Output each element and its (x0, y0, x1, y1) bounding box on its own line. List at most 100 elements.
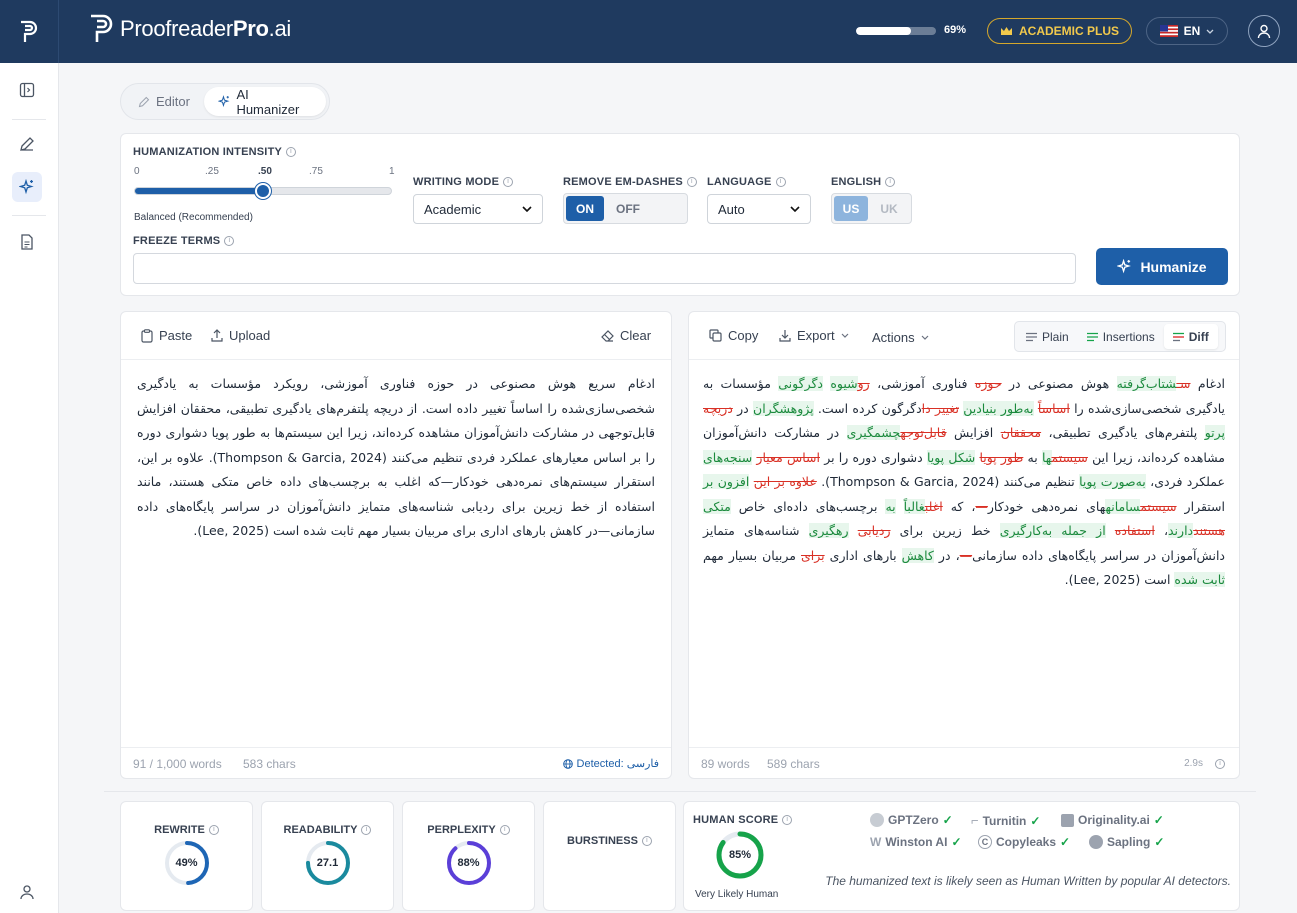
globe-icon (562, 758, 573, 769)
sidebar-item-account[interactable] (12, 877, 42, 907)
copyleaks-icon: C (978, 835, 992, 849)
diff-text-segment (1106, 523, 1115, 538)
output-word-count: 89 words (701, 757, 750, 771)
diff-text-segment: ادغام (1190, 376, 1226, 391)
info-icon[interactable]: i (775, 177, 786, 187)
perplexity-value: 88% (457, 857, 480, 869)
sidebar-item-humanizer[interactable] (12, 172, 42, 202)
input-text[interactable]: ادغام سریع هوش مصنوعی در حوزه فناوری آمو… (137, 372, 655, 544)
sparkles-icon (217, 95, 230, 108)
human-score-label: HUMAN SCORE i (693, 814, 793, 826)
info-icon[interactable]: i (503, 177, 514, 187)
info-icon[interactable]: i (224, 236, 235, 246)
sparkles-icon (19, 179, 34, 195)
intensity-caption: Balanced (Recommended) (134, 212, 253, 223)
diff-text-segment: های نمره‌دهی خودکار (987, 498, 1106, 514)
paste-button[interactable]: Paste (141, 328, 192, 343)
perplexity-gauge: 88% (446, 840, 492, 886)
detector-winston: W Winston AI ✓ (870, 835, 962, 849)
diff-text-segment: پلتفرم‌های یادگیری تطبیقی، (1041, 425, 1205, 440)
insertions-icon (1086, 332, 1098, 341)
user-icon (1257, 24, 1271, 38)
language-select[interactable]: Auto (707, 194, 811, 224)
english-us-option[interactable]: US (834, 196, 868, 221)
sidebar-item-editor[interactable] (12, 129, 42, 159)
info-icon[interactable]: i (641, 836, 652, 846)
writing-mode-label: WRITING MODE i (413, 176, 514, 188)
output-diff-text[interactable]: ادغام سـشتاب‌گرفته هوش مصنوعی در حوزه فن… (703, 372, 1225, 593)
sparkles-icon (1117, 259, 1132, 274)
slider-handle[interactable] (255, 183, 271, 199)
diff-insertion: ثابت شده (1174, 572, 1225, 587)
brand-logo[interactable]: ProofreaderPro.ai (88, 14, 291, 44)
diff-text-segment: تنظیم می‌کنند (Thompson & Garcia, 2024). (816, 474, 1080, 489)
tab-editor-label: Editor (156, 94, 190, 109)
copy-button[interactable]: Copy (709, 328, 758, 343)
user-menu-button[interactable] (1248, 15, 1280, 47)
info-icon[interactable]: i (686, 177, 697, 187)
plan-badge[interactable]: ACADEMIC PLUS (987, 18, 1133, 44)
humanize-button[interactable]: Humanize (1096, 248, 1228, 285)
diff-insertion: شکل پویا (926, 449, 976, 465)
english-variant-toggle: US UK (831, 193, 912, 224)
intensity-slider[interactable] (134, 183, 392, 199)
chevron-down-icon (1206, 29, 1214, 34)
detector-originality: Originality.ai ✓ (1061, 813, 1164, 827)
diff-deletion: اساس معیار (756, 449, 820, 465)
language-label: EN (1183, 24, 1201, 38)
diff-text-segment: دگرگون کرده است. (813, 400, 922, 416)
diff-deletion: قابل‌توجه (900, 425, 947, 440)
diff-deletion: استفاده (1114, 523, 1155, 538)
chevron-down-icon (790, 206, 800, 212)
em-dashes-on-option[interactable]: ON (566, 196, 604, 221)
info-icon[interactable]: i (499, 825, 510, 835)
sidebar-toggle-button[interactable] (12, 75, 42, 105)
winston-icon: W (870, 835, 882, 849)
paste-label: Paste (159, 328, 193, 343)
info-icon[interactable]: i (286, 147, 297, 157)
originality-icon (1061, 813, 1074, 827)
metric-perplexity: PERPLEXITY i 88% (402, 801, 535, 911)
info-icon[interactable]: i (885, 177, 896, 187)
top-bar: ProofreaderPro.ai 69% ACADEMIC PLUS EN (0, 0, 1297, 63)
export-button[interactable]: Export (779, 328, 849, 343)
info-icon[interactable]: i (1215, 759, 1225, 769)
em-dashes-off-option[interactable]: OFF (608, 196, 648, 221)
human-score-caption: Very Likely Human (695, 889, 779, 900)
diff-insertion: ها (1041, 449, 1052, 465)
info-icon[interactable]: i (361, 825, 372, 835)
info-icon[interactable]: i (208, 825, 219, 835)
writing-mode-select[interactable]: Academic (413, 194, 543, 224)
diff-deletion: — (975, 498, 988, 514)
diff-deletion: برای (800, 547, 825, 563)
tab-ai-humanizer[interactable]: AI Humanizer (203, 87, 326, 117)
detector-turnitin: ⌐ Turnitin ✓ (971, 813, 1041, 828)
check-icon: ✓ (1153, 813, 1164, 827)
freeze-terms-input[interactable] (133, 253, 1076, 284)
view-insertions[interactable]: Insertions (1078, 324, 1164, 349)
english-uk-option[interactable]: UK (872, 196, 906, 221)
tab-editor[interactable]: Editor (124, 87, 204, 116)
view-diff[interactable]: Diff (1163, 324, 1218, 349)
chevron-down-icon (921, 335, 929, 340)
settings-card: HUMANIZATION INTENSITY i 0 .25 .50 .75 1 … (120, 133, 1240, 296)
language-selector[interactable]: EN (1146, 17, 1228, 45)
diff-insertion: دارند (1168, 523, 1194, 538)
chevron-down-icon (522, 206, 532, 212)
detector-gptzero: GPTZero ✓ (870, 813, 953, 827)
human-score-card: HUMAN SCORE i 85% Very Likely Human GPTZe… (683, 801, 1240, 911)
output-toolbar: Copy Export Actions Plain Insertions Dif… (689, 312, 1239, 360)
sidebar-item-documents[interactable] (12, 227, 42, 257)
detector-copyleaks: C Copyleaks ✓ (978, 835, 1070, 849)
clear-button[interactable]: Clear (601, 328, 651, 343)
check-icon: ✓ (1060, 835, 1071, 849)
app-logo[interactable] (0, 0, 59, 63)
diff-deletion: حوزه (974, 376, 1002, 391)
diff-text-segment: مربیان بسیار مهم (703, 547, 801, 563)
usage-progress-fill (856, 27, 912, 35)
info-icon[interactable]: i (782, 815, 793, 825)
diff-deletion: دریچه (703, 400, 733, 416)
actions-menu[interactable]: Actions (872, 330, 929, 345)
view-plain[interactable]: Plain (1017, 324, 1078, 349)
upload-button[interactable]: Upload (211, 328, 270, 343)
